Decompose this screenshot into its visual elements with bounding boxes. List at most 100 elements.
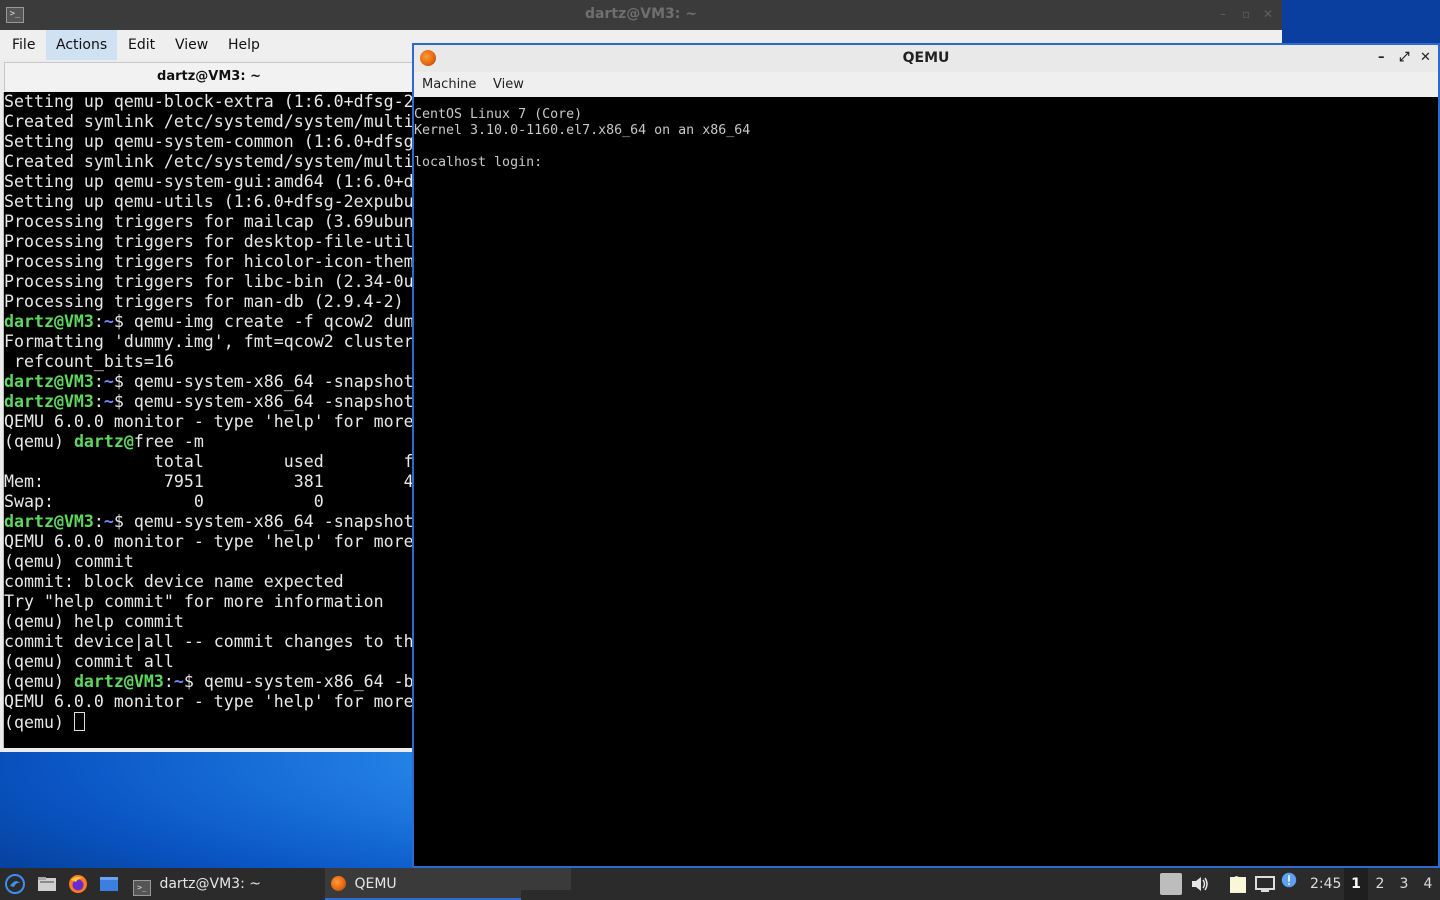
vga-line: [414, 97, 1438, 107]
prompt-path: ~: [103, 372, 114, 391]
terminal-text: Setting up qemu-utils (1:6.0+dfsg-2expub…: [4, 192, 414, 211]
terminal-line: dartz@VM3:~$ qemu-system-x86_64 -snapsho…: [4, 392, 414, 412]
terminal-text: $ qemu-system-x86_64 -snapshot: [113, 372, 414, 391]
terminal-line: Swap: 0 0: [4, 492, 414, 512]
terminal-line: Setting up qemu-system-gui:amd64 (1:6.0+…: [4, 172, 414, 192]
terminal-output[interactable]: Setting up qemu-block-extra (1:6.0+dfsg-…: [3, 92, 414, 748]
terminal-text: Setting up qemu-system-common (1:6.0+dfs…: [4, 132, 414, 151]
prompt-user: dartz@VM3: [4, 512, 94, 531]
menu-actions[interactable]: Actions: [46, 30, 118, 60]
prompt-user: dartz@: [73, 432, 134, 451]
workspace-3[interactable]: 3: [1392, 868, 1416, 900]
terminal-line: Mem: 7951 381 4: [4, 472, 414, 492]
terminal-line: Processing triggers for mailcap (3.69ubu…: [4, 212, 414, 232]
terminal-line: commit: block device name expected: [4, 572, 414, 592]
maximize-icon[interactable]: ⤢: [1399, 50, 1409, 65]
close-icon[interactable]: ✕: [1420, 50, 1431, 65]
qemu-icon: [331, 876, 346, 891]
menu-view[interactable]: View: [165, 30, 218, 60]
prompt-user: dartz@VM3: [4, 392, 94, 411]
taskbar-item-qemu[interactable]: QEMU: [325, 868, 521, 900]
terminal-text: commit device|all -- commit changes to t…: [4, 632, 414, 651]
volume-icon[interactable]: [1190, 874, 1210, 894]
qemu-window[interactable]: QEMU – ⤢ ✕ Machine View CentOS Linux 7 (…: [412, 43, 1440, 868]
qemu-titlebar[interactable]: QEMU – ⤢ ✕: [414, 45, 1438, 72]
terminal-line: dartz@VM3:~$ qemu-system-x86_64 -snapsho…: [4, 512, 414, 532]
menu-file[interactable]: File: [2, 30, 45, 60]
terminal-text: :: [93, 392, 104, 411]
terminal-text: QEMU 6.0.0 monitor - type 'help' for mor…: [4, 412, 414, 431]
start-menu-icon[interactable]: [5, 874, 25, 894]
minimize-icon[interactable]: –: [1220, 7, 1226, 21]
terminal-line: (qemu) help commit: [4, 612, 414, 632]
taskbar: >_ dartz@VM3: ~ QEMU 2:45 1 2 3 4: [0, 868, 1440, 900]
show-desktop-icon[interactable]: [99, 874, 119, 894]
terminal-text: $ qemu-system-x86_64 -b: [183, 672, 414, 691]
terminal-text: Processing triggers for desktop-file-uti…: [4, 232, 414, 251]
terminal-text: QEMU 6.0.0 monitor - type 'help' for mor…: [4, 532, 414, 551]
prompt-path: ~: [103, 312, 114, 331]
terminal-text: Processing triggers for man-db (2.9.4-2): [4, 292, 404, 311]
terminal-text: total used f: [4, 452, 414, 471]
terminal-icon: >_: [133, 880, 151, 896]
terminal-text: Setting up qemu-system-gui:amd64 (1:6.0+…: [4, 172, 414, 191]
taskbar-item-label: QEMU: [354, 876, 397, 892]
terminal-line: QEMU 6.0.0 monitor - type 'help' for mor…: [4, 692, 414, 712]
terminal-text: QEMU 6.0.0 monitor - type 'help' for mor…: [4, 692, 414, 711]
terminal-text: Setting up qemu-block-extra (1:6.0+dfsg-…: [4, 92, 414, 111]
terminal-text: (qemu) help commit: [4, 612, 184, 631]
terminal-line: (qemu) dartz@free -m: [4, 432, 414, 452]
menu-machine[interactable]: Machine: [422, 72, 476, 97]
taskbar-item-terminal[interactable]: >_ dartz@VM3: ~: [127, 868, 317, 900]
terminal-line: QEMU 6.0.0 monitor - type 'help' for mor…: [4, 532, 414, 552]
vm-display[interactable]: CentOS Linux 7 (Core) Kernel 3.10.0-1160…: [414, 97, 1438, 866]
terminal-window-title: dartz@VM3: ~: [585, 6, 697, 22]
clock[interactable]: 2:45: [1310, 868, 1341, 900]
network-icon[interactable]: [1255, 874, 1275, 894]
terminal-line: refcount_bits=16: [4, 352, 414, 372]
terminal-text: Mem: 7951 381 4: [4, 472, 414, 491]
terminal-text: (qemu): [4, 432, 74, 451]
notification-icon[interactable]: [1281, 872, 1297, 888]
workspace-4[interactable]: 4: [1416, 868, 1440, 900]
maximize-icon[interactable]: ▫: [1242, 7, 1250, 21]
terminal-text: Created symlink /etc/systemd/system/mult…: [4, 152, 414, 171]
minimize-icon[interactable]: –: [1378, 50, 1385, 65]
terminal-line: Processing triggers for man-db (2.9.4-2): [4, 292, 414, 312]
terminal-text: Processing triggers for mailcap (3.69ubu…: [4, 212, 414, 231]
menu-edit[interactable]: Edit: [118, 30, 165, 60]
taskbar-spacer: [521, 868, 571, 890]
terminal-text: :: [93, 512, 104, 531]
prompt-user: dartz@VM3: [4, 372, 94, 391]
terminal-line: (qemu) dartz@VM3:~$ qemu-system-x86_64 -…: [4, 672, 414, 692]
menu-view[interactable]: View: [493, 72, 524, 97]
terminal-line: (qemu): [4, 712, 414, 732]
firefox-icon[interactable]: [68, 874, 88, 894]
terminal-text: Processing triggers for hicolor-icon-the…: [4, 252, 414, 271]
terminal-line: Processing triggers for desktop-file-uti…: [4, 232, 414, 252]
terminal-line: Setting up qemu-block-extra (1:6.0+dfsg-…: [4, 92, 414, 112]
terminal-text: (qemu): [4, 713, 74, 732]
terminal-line: Created symlink /etc/systemd/system/mult…: [4, 112, 414, 132]
file-manager-icon[interactable]: [37, 874, 57, 894]
tray-eject-icon[interactable]: [1160, 873, 1182, 895]
terminal-titlebar[interactable]: >_ dartz@VM3: ~ – ▫ ✕: [0, 0, 1282, 30]
terminal-line: Processing triggers for hicolor-icon-the…: [4, 252, 414, 272]
workspace-1[interactable]: 1: [1344, 868, 1368, 900]
terminal-line: Setting up qemu-utils (1:6.0+dfsg-2expub…: [4, 192, 414, 212]
prompt-path: ~: [103, 392, 114, 411]
clipboard-icon[interactable]: [1228, 874, 1248, 894]
terminal-text: $ qemu-system-x86_64 -snapshot: [113, 392, 414, 411]
workspace-2[interactable]: 2: [1368, 868, 1392, 900]
terminal-text: refcount_bits=16: [4, 352, 174, 371]
terminal-line: (qemu) commit: [4, 552, 414, 572]
terminal-line: Created symlink /etc/systemd/system/mult…: [4, 152, 414, 172]
close-icon[interactable]: ✕: [1263, 7, 1273, 21]
terminal-line: Formatting 'dummy.img', fmt=qcow2 cluste…: [4, 332, 414, 352]
terminal-line: commit device|all -- commit changes to t…: [4, 632, 414, 652]
menu-help[interactable]: Help: [218, 30, 270, 60]
terminal-text: :: [93, 372, 104, 391]
terminal-tab[interactable]: dartz@VM3: ~: [4, 62, 414, 91]
terminal-text: (qemu) commit: [4, 552, 134, 571]
vga-line: CentOS Linux 7 (Core): [414, 107, 583, 122]
